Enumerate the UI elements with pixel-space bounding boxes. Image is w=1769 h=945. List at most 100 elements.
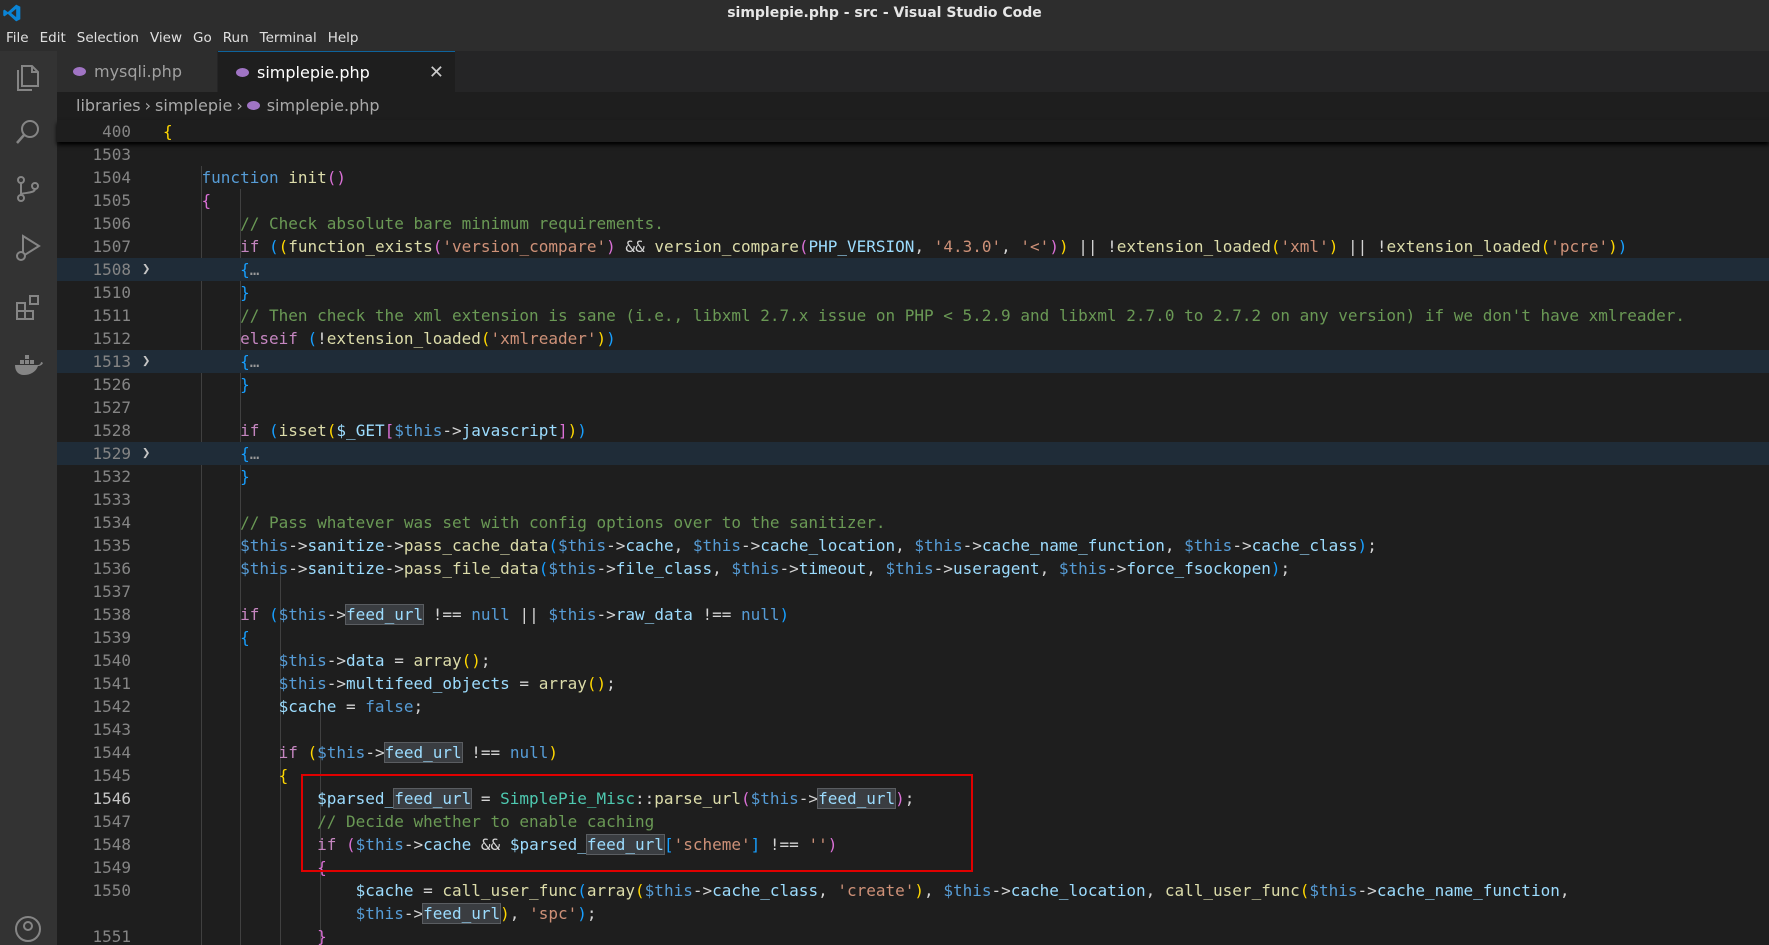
breadcrumb: libraries › simplepie › simplepie.php: [76, 94, 380, 118]
code-text: {: [240, 628, 250, 647]
code-text: {…: [240, 260, 260, 279]
menu-file[interactable]: File: [0, 27, 34, 46]
code-text: if (isset($_GET[$this->javascript])): [240, 421, 587, 440]
line-number: 1547: [92, 812, 131, 831]
code-text: if ($this->feed_url !== null || $this->r…: [240, 604, 790, 625]
code-text: $this->sanitize->pass_cache_data($this->…: [240, 536, 1377, 555]
line-number: 1508: [92, 260, 131, 279]
code-line: 1510 }: [57, 281, 1769, 304]
code-text: $this->sanitize->pass_file_data($this->f…: [240, 559, 1291, 578]
menu-help[interactable]: Help: [322, 27, 364, 46]
line-number: 1512: [92, 329, 131, 348]
code-text: $cache = call_user_func(array($this->cac…: [355, 881, 1570, 900]
run-debug-icon[interactable]: [12, 231, 44, 263]
code-text: }: [240, 467, 250, 486]
code-text: {: [201, 191, 212, 210]
search-icon[interactable]: [12, 116, 44, 148]
extensions-icon[interactable]: [12, 291, 44, 323]
line-number: 1542: [92, 697, 131, 716]
menu-run[interactable]: Run: [217, 27, 254, 46]
chevron-right-icon: ›: [144, 96, 152, 115]
code-text: if ($this->feed_url !== null): [278, 742, 558, 763]
menu-terminal[interactable]: Terminal: [254, 27, 322, 46]
window-title: simplepie.php - src - Visual Studio Code: [727, 5, 1042, 21]
code-text: {…: [240, 352, 260, 371]
code-line-folded: 1513 ❯ {…: [57, 350, 1769, 373]
chevron-right-icon[interactable]: ❯: [142, 258, 156, 281]
line-number: 1536: [92, 559, 131, 578]
code-text: function init(): [201, 168, 347, 187]
line-number: 1513: [92, 352, 131, 371]
code-line: 1528 if (isset($_GET[$this->javascript])…: [57, 419, 1769, 442]
code-line: 1540 $this->data = array();: [57, 649, 1769, 672]
code-line: 1550 $cache = call_user_func(array($this…: [57, 879, 1769, 902]
code-text: $this->feed_url), 'spc');: [355, 903, 597, 924]
chevron-right-icon[interactable]: ❯: [142, 442, 156, 465]
code-text: $cache = false;: [278, 697, 424, 716]
line-number: 1505: [92, 191, 131, 210]
code-line: 1512 elseif (!extension_loaded('xmlreade…: [57, 327, 1769, 350]
code-line: 1506 // Check absolute bare minimum requ…: [57, 212, 1769, 235]
code-line: 1535 $this->sanitize->pass_cache_data($t…: [57, 534, 1769, 557]
php-file-icon: [236, 68, 249, 77]
menu-go[interactable]: Go: [187, 27, 217, 46]
sticky-scroll[interactable]: 400 {: [57, 120, 1769, 142]
line-number: 1506: [92, 214, 131, 233]
code-text: }: [240, 375, 250, 394]
line-number: 1529: [92, 444, 131, 463]
code-text: }: [317, 927, 327, 945]
code-line: 1544 if ($this->feed_url !== null): [57, 741, 1769, 764]
tab-simplepie[interactable]: simplepie.php ✕: [218, 51, 455, 92]
code-line: 1537: [57, 580, 1769, 603]
line-number: 1539: [92, 628, 131, 647]
account-icon[interactable]: [12, 913, 44, 945]
chevron-right-icon[interactable]: ❯: [142, 350, 156, 373]
sticky-line: 400 {: [57, 120, 1769, 143]
code-line: 1534 // Pass whatever was set with confi…: [57, 511, 1769, 534]
code-line: 1533: [57, 488, 1769, 511]
editor-tabs: mysqli.php simplepie.php ✕: [57, 51, 1769, 92]
activity-bar: [0, 51, 57, 945]
line-number: 1534: [92, 513, 131, 532]
line-number: 1526: [92, 375, 131, 394]
code-line: 1539 {: [57, 626, 1769, 649]
line-number: 1541: [92, 674, 131, 693]
line-number: 1510: [92, 283, 131, 302]
code-text: $this->data = array();: [278, 651, 491, 670]
line-number: 1549: [92, 858, 131, 877]
code-line: 1507 if ((function_exists('version_compa…: [57, 235, 1769, 258]
line-number: 1503: [92, 145, 131, 164]
code-text: if ((function_exists('version_compare') …: [240, 237, 1628, 256]
breadcrumb-item-libraries[interactable]: libraries: [76, 96, 141, 115]
chevron-right-icon: ›: [236, 96, 243, 115]
code-text: {: [278, 766, 289, 785]
source-control-icon[interactable]: [12, 173, 44, 205]
close-icon[interactable]: ✕: [429, 52, 444, 93]
line-number: 1507: [92, 237, 131, 256]
line-number: 1532: [92, 467, 131, 486]
files-icon[interactable]: [12, 61, 44, 93]
menu-bar: File Edit Selection View Go Run Terminal Help: [0, 27, 1769, 51]
line-number: 1504: [92, 168, 131, 187]
code-line: 1505 {: [57, 189, 1769, 212]
line-number: 1543: [92, 720, 131, 739]
line-number: 1548: [92, 835, 131, 854]
line-number: 1550: [92, 881, 131, 900]
line-number: 1551: [92, 927, 131, 945]
breadcrumb-item-simplepie[interactable]: simplepie: [155, 96, 232, 115]
highlight-box: [301, 774, 973, 872]
line-number: 1528: [92, 421, 131, 440]
sticky-brace: {: [163, 122, 173, 141]
docker-icon[interactable]: [12, 349, 44, 381]
menu-view[interactable]: View: [144, 27, 187, 46]
code-line: 1551 }: [57, 925, 1769, 945]
code-line-folded: 1529 ❯ {…: [57, 442, 1769, 465]
line-number: 1533: [92, 490, 131, 509]
menu-selection[interactable]: Selection: [71, 27, 144, 46]
code-text: // Pass whatever was set with config opt…: [240, 513, 886, 532]
tab-mysqli[interactable]: mysqli.php: [57, 51, 217, 92]
menu-edit[interactable]: Edit: [34, 27, 71, 46]
code-line: 1503: [57, 143, 1769, 166]
code-text: $this->multifeed_objects = array();: [278, 674, 616, 693]
breadcrumb-item-file[interactable]: simplepie.php: [267, 96, 380, 115]
